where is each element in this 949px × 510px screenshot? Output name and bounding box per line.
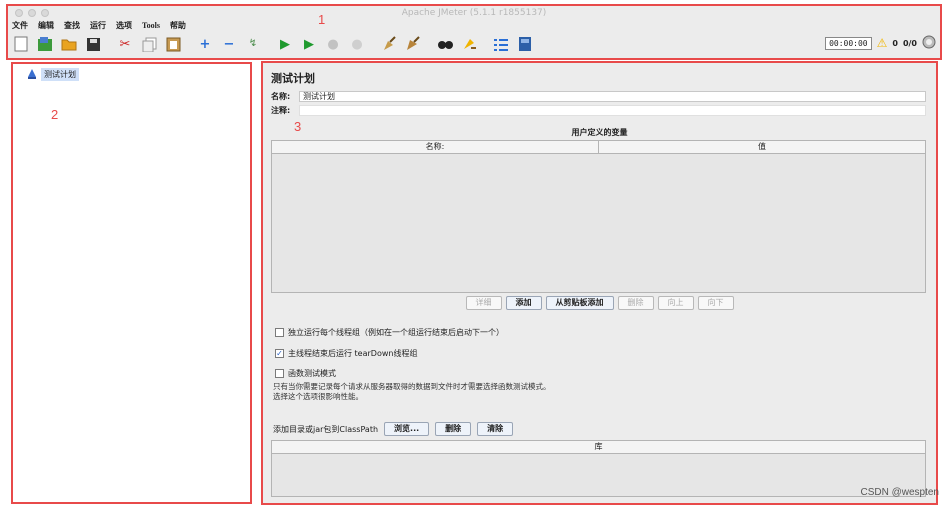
tree-item-label: 测试计划 — [41, 68, 79, 81]
start-no-pause-icon[interactable]: ▶ — [300, 35, 318, 53]
warning-icon[interactable]: ⚠ — [877, 36, 888, 50]
name-row: 名称: 测试计划 — [271, 91, 926, 102]
checkbox-box[interactable] — [275, 369, 284, 378]
search-icon[interactable] — [436, 35, 454, 53]
functional-mode-note-2: 选择这个选项很影响性能。 — [273, 392, 363, 401]
menu-bar: 文件 编辑 查找 运行 选项 Tools 帮助 — [8, 19, 940, 32]
window-title: Apache JMeter (5.1.1 r1855137) — [401, 7, 547, 18]
library-table[interactable]: 库 — [271, 440, 926, 497]
classpath-row: 添加目录或jar包到ClassPath 浏览... 删除 清除 — [273, 422, 514, 436]
menu-search[interactable]: 查找 — [64, 20, 80, 31]
region-label-2: 2 — [51, 107, 59, 122]
checkbox-label: 主线程结束后运行 tearDown线程组 — [288, 349, 418, 358]
add-from-clipboard-button[interactable]: 从剪贴板添加 — [545, 296, 614, 310]
tree-item-test-plan[interactable]: 测试计划 — [27, 68, 79, 81]
toggle-icon[interactable]: ↯ — [244, 35, 262, 53]
jmeter-window: Apache JMeter (5.1.1 r1855137) 1 文件 编辑 查… — [0, 0, 949, 510]
clear-all-icon[interactable] — [404, 35, 422, 53]
detail-button[interactable]: 详细 — [465, 296, 502, 310]
reset-search-icon[interactable] — [460, 35, 478, 53]
open-icon[interactable] — [60, 35, 78, 53]
warning-count: 0 — [892, 38, 898, 48]
help-icon[interactable] — [516, 35, 534, 53]
stop-icon[interactable]: ● — [324, 35, 342, 53]
copy-icon[interactable] — [140, 35, 158, 53]
udv-col-name[interactable]: 名称: — [272, 141, 599, 153]
collapse-icon[interactable]: − — [220, 35, 238, 53]
page-title: 测试计划 — [271, 72, 315, 85]
new-icon[interactable] — [12, 35, 30, 53]
menu-tools[interactable]: Tools — [142, 21, 160, 30]
move-up-button[interactable]: 向上 — [657, 296, 694, 310]
paste-icon[interactable] — [164, 35, 182, 53]
status-area: 00:00:00 ⚠ 0 0/0 — [825, 35, 936, 51]
library-table-header: 库 — [272, 441, 925, 454]
shutdown-icon[interactable]: ● — [348, 35, 366, 53]
test-tree-panel: 测试计划 2 — [11, 62, 252, 504]
cut-icon[interactable]: ✂ — [116, 35, 134, 53]
name-label: 名称: — [271, 92, 291, 101]
checkbox-label: 独立运行每个线程组（例如在一个组运行结束后启动下一个） — [288, 328, 504, 337]
title-bar: Apache JMeter (5.1.1 r1855137) — [8, 6, 940, 19]
udv-table[interactable]: 名称: 值 — [271, 140, 926, 293]
remote-status-icon — [922, 35, 936, 51]
classpath-label: 添加目录或jar包到ClassPath — [273, 424, 379, 434]
functional-mode-note-1: 只有当你需要记录每个请求从服务器取得的数据到文件时才需要选择函数测试模式。 — [273, 382, 551, 391]
udv-table-header: 名称: 值 — [272, 141, 925, 154]
menu-help[interactable]: 帮助 — [170, 20, 186, 31]
thread-count: 0/0 — [902, 38, 917, 48]
templates-icon[interactable] — [36, 35, 54, 53]
delete-button[interactable]: 删除 — [617, 296, 654, 310]
udv-title: 用户定义的变量 — [571, 128, 628, 137]
top-bar-region: Apache JMeter (5.1.1 r1855137) 1 文件 编辑 查… — [6, 4, 942, 60]
functional-mode-checkbox[interactable]: 函数测试模式 — [275, 368, 336, 379]
expand-icon[interactable]: + — [196, 35, 214, 53]
test-plan-icon — [27, 68, 37, 81]
udv-col-value[interactable]: 值 — [599, 141, 925, 153]
function-helper-icon[interactable] — [492, 35, 510, 53]
checkbox-box[interactable]: ✓ — [275, 349, 284, 358]
serialize-threadgroups-checkbox[interactable]: 独立运行每个线程组（例如在一个组运行结束后启动下一个） — [275, 327, 504, 338]
checkbox-label: 函数测试模式 — [288, 369, 336, 378]
comment-label: 注释: — [271, 106, 291, 115]
save-icon[interactable] — [84, 35, 102, 53]
library-col[interactable]: 库 — [272, 441, 925, 453]
menu-run[interactable]: 运行 — [90, 20, 106, 31]
menu-file[interactable]: 文件 — [12, 20, 28, 31]
menu-options[interactable]: 选项 — [116, 20, 132, 31]
name-field[interactable]: 测试计划 — [299, 91, 926, 102]
region-label-1: 1 — [318, 12, 326, 27]
start-icon[interactable]: ▶ — [276, 35, 294, 53]
watermark: CSDN @wespten — [860, 487, 939, 498]
udv-button-row: 详细 添加 从剪贴板添加 删除 向上 向下 — [263, 296, 936, 310]
menu-edit[interactable]: 编辑 — [38, 20, 54, 31]
comment-row: 注释: — [271, 105, 926, 116]
teardown-on-shutdown-checkbox[interactable]: ✓ 主线程结束后运行 tearDown线程组 — [275, 348, 417, 359]
classpath-clear-button[interactable]: 清除 — [477, 422, 514, 436]
toolbar: ✂ + − ↯ ▶ ▶ ● ● 00:00:00 ⚠ 0 0/0 — [8, 32, 940, 56]
clear-icon[interactable] — [380, 35, 398, 53]
checkbox-box[interactable] — [275, 328, 284, 337]
classpath-delete-button[interactable]: 删除 — [435, 422, 472, 436]
elapsed-timer: 00:00:00 — [825, 36, 872, 50]
test-plan-editor: 测试计划 名称: 测试计划 注释: 3 用户定义的变量 名称: 值 详细 添加 … — [261, 61, 938, 505]
browse-button[interactable]: 浏览... — [384, 422, 430, 436]
add-button[interactable]: 添加 — [505, 296, 542, 310]
comment-field[interactable] — [299, 105, 926, 116]
move-down-button[interactable]: 向下 — [697, 296, 734, 310]
